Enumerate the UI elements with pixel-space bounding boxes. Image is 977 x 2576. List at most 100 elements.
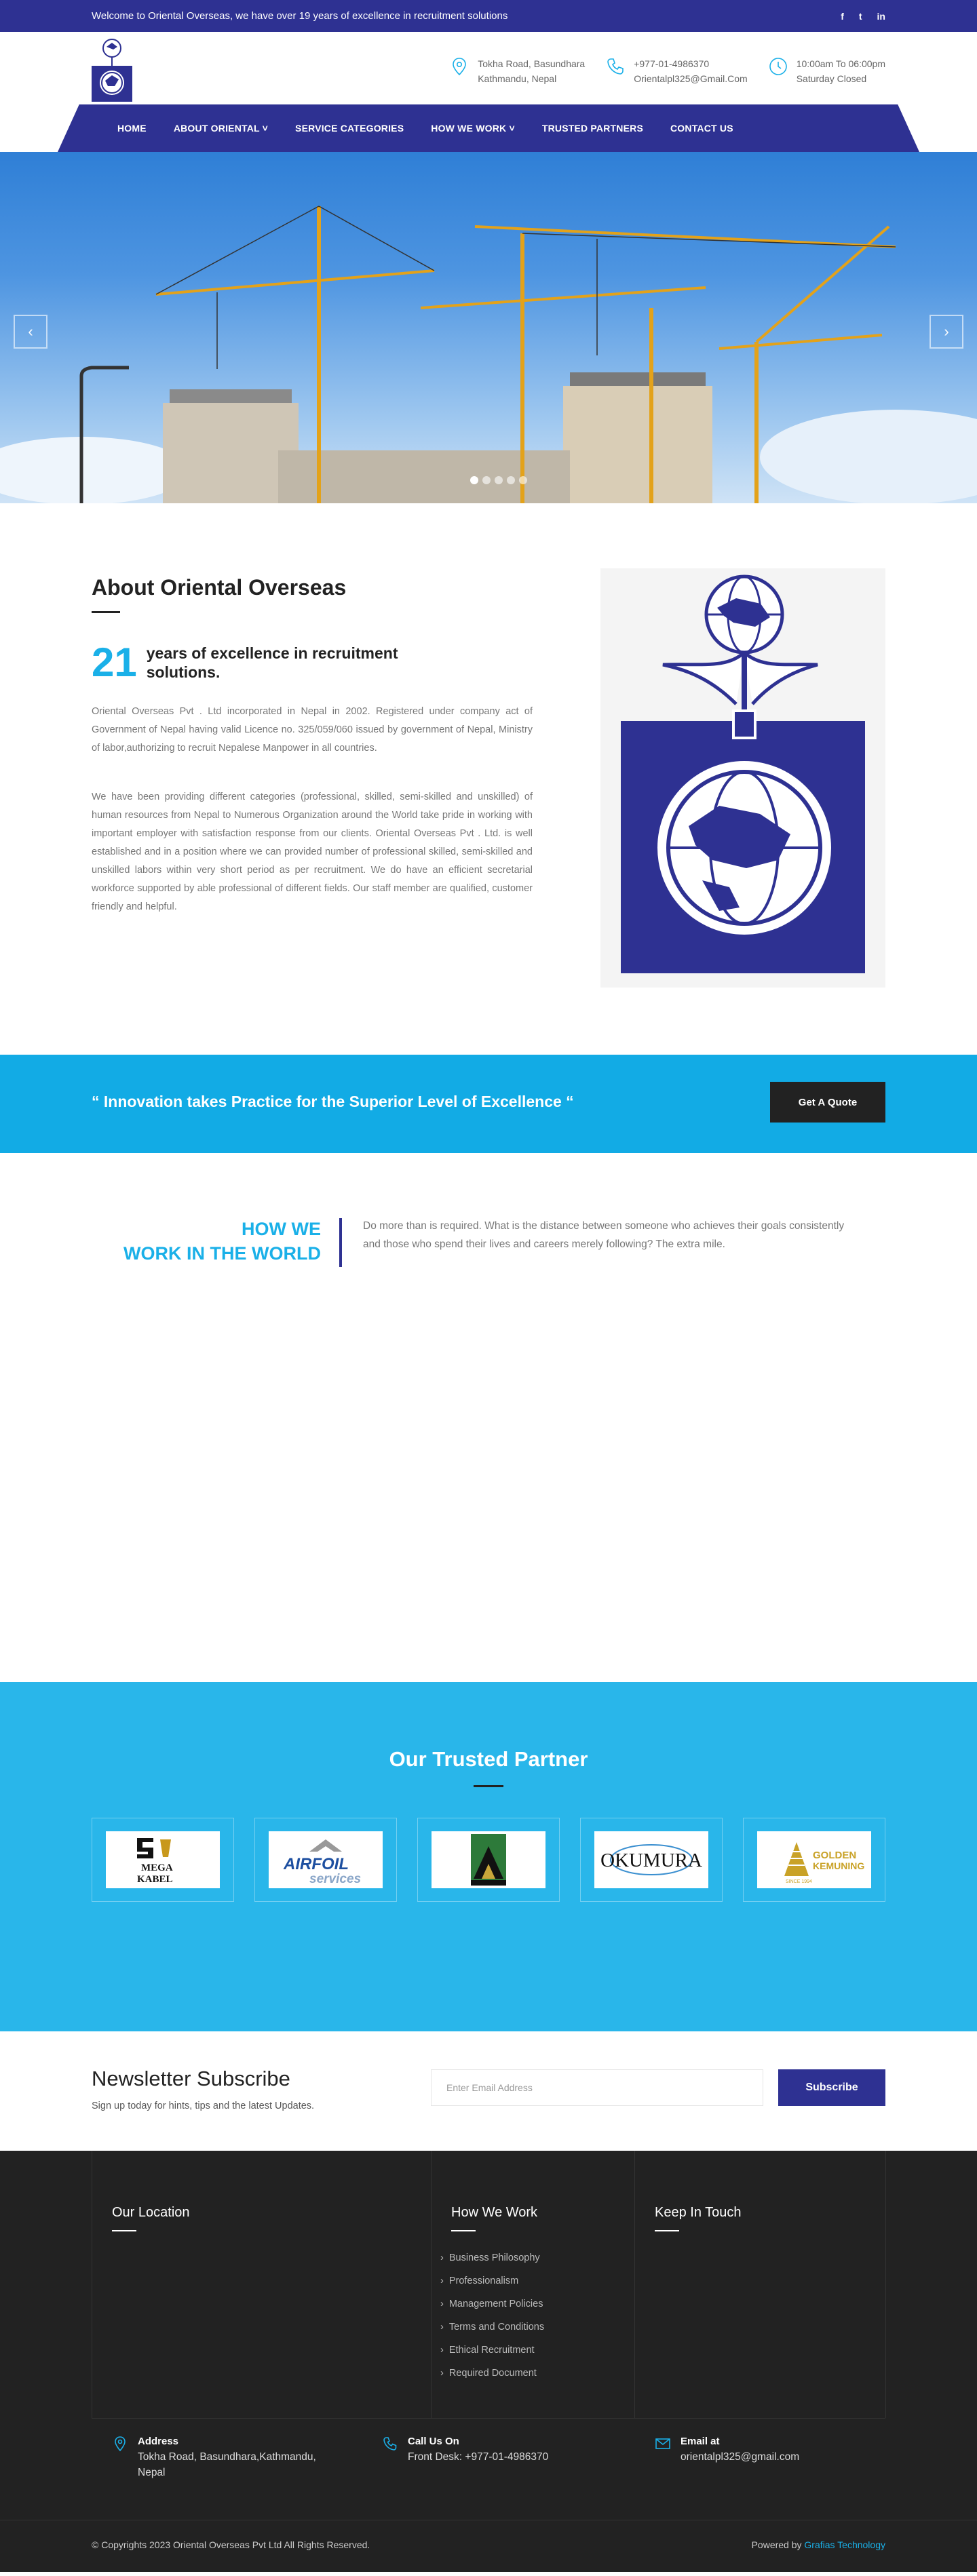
phone-icon <box>383 2437 397 2451</box>
partner-card[interactable]: GOLDEN KEMUNING SINCE 1994 <box>743 1818 885 1902</box>
about-title: About Oriental Overseas <box>92 575 347 600</box>
footer-bottom: © Copyrights 2023 Oriental Overseas Pvt … <box>0 2520 977 2572</box>
partner-name: KEMUNING <box>813 1860 864 1871</box>
slider-dot[interactable] <box>470 476 478 484</box>
how-title: HOW WE WORK IN THE WORLD <box>123 1217 321 1266</box>
slider-dot[interactable] <box>507 476 515 484</box>
partner-logos: MEGA KABEL AIRFOIL services OKUMURA GOLD… <box>92 1818 885 1902</box>
quote-text: “ Innovation takes Practice for the Supe… <box>92 1093 574 1110</box>
site-logo[interactable] <box>92 37 132 102</box>
hours-line-2: Saturday Closed <box>796 73 867 84</box>
powered-by: Powered by Grafias Technology <box>752 2539 885 2550</box>
subscribe-button[interactable]: Subscribe <box>778 2069 885 2106</box>
hero-image <box>0 206 977 503</box>
footer-heading: How We Work <box>451 2205 538 2220</box>
email-input[interactable]: Enter Email Address <box>431 2069 763 2106</box>
footer-heading: Keep In Touch <box>655 2205 742 2220</box>
nav-about[interactable]: ABOUT ORIENTAL ˅ <box>160 123 282 134</box>
partners-title: Our Trusted Partner <box>389 1747 588 1771</box>
years-text: years of excellence in recruitment solut… <box>146 644 398 681</box>
slider-dot[interactable] <box>519 476 527 484</box>
divider <box>634 2151 635 2418</box>
footer-address: Address Tokha Road, Basundhara,Kathmandu… <box>112 2436 316 2480</box>
how-title-line-1: HOW WE <box>242 1219 321 1239</box>
address-title: Address <box>138 2436 179 2447</box>
footer-call: Call Us On Front Desk: +977-01-4986370 <box>382 2436 548 2465</box>
footer-link[interactable]: Management Policies <box>440 2292 544 2316</box>
nav-about-label: ABOUT ORIENTAL <box>173 123 260 134</box>
partner-name: KABEL <box>137 1874 173 1885</box>
heading-divider <box>112 2230 136 2231</box>
slider-next-button[interactable]: › <box>930 315 963 349</box>
clock-icon <box>769 58 787 75</box>
header: Tokha Road, Basundhara Kathmandu, Nepal … <box>0 32 977 104</box>
header-phone[interactable]: +977-01-4986370 <box>634 56 748 71</box>
map-pin-icon <box>453 58 467 76</box>
footer-link[interactable]: Business Philosophy <box>440 2246 544 2269</box>
divider <box>885 2151 886 2418</box>
partner-name: GOLDEN <box>813 1850 856 1861</box>
address-line-1: Tokha Road, Basundhara,Kathmandu, <box>138 2451 316 2463</box>
footer-email: Email at orientalpl325@gmail.com <box>655 2436 799 2465</box>
slider-dots <box>470 476 527 484</box>
hours-block: 10:00am To 06:00pm Saturday Closed <box>768 56 885 86</box>
mega-kabel-logo: MEGA KABEL <box>106 1831 220 1888</box>
about-paragraph-1: Oriental Overseas Pvt . Ltd incorporated… <box>92 706 533 754</box>
chevron-down-icon: ˅ <box>509 123 515 134</box>
top-bar: Welcome to Oriental Overseas, we have ov… <box>0 0 977 32</box>
vertical-divider <box>339 1218 342 1267</box>
slider-prev-button[interactable]: ‹ <box>14 315 47 349</box>
copyright-text: © Copyrights 2023 Oriental Overseas Pvt … <box>92 2539 370 2550</box>
hours-line-1: 10:00am To 06:00pm <box>796 58 885 69</box>
footer-link[interactable]: Required Document <box>440 2362 544 2385</box>
partner-card[interactable]: AIRFOIL services <box>254 1818 397 1902</box>
nav-trusted-partners[interactable]: TRUSTED PARTNERS <box>529 123 657 134</box>
okumura-logo: OKUMURA <box>594 1831 708 1888</box>
phone-icon <box>607 58 624 75</box>
nav-how-label: HOW WE WORK <box>431 123 507 134</box>
quote-banner: “ Innovation takes Practice for the Supe… <box>0 1055 977 1153</box>
partner-card[interactable]: MEGA KABEL <box>92 1818 234 1902</box>
partner-name: OKUMURA <box>600 1850 702 1871</box>
phone-block: +977-01-4986370 Orientalpl325@Gmail.Com <box>605 56 748 86</box>
map-pin-icon <box>115 2436 126 2452</box>
partner-card[interactable] <box>417 1818 560 1902</box>
powered-by-link[interactable]: Grafias Technology <box>804 2539 885 2550</box>
get-quote-button[interactable]: Get A Quote <box>770 1082 885 1123</box>
about-image <box>600 568 885 988</box>
footer-link[interactable]: Professionalism <box>440 2269 544 2292</box>
slider-dot[interactable] <box>482 476 491 484</box>
footer-heading: Our Location <box>112 2205 190 2220</box>
golden-kemuning-logo: GOLDEN KEMUNING SINCE 1994 <box>757 1831 871 1888</box>
years-badge: 21 years of excellence in recruitment so… <box>92 642 411 683</box>
heading-divider <box>451 2230 476 2231</box>
main-nav: HOME ABOUT ORIENTAL ˅ SERVICE CATEGORIES… <box>0 104 977 152</box>
nav-how-we-work[interactable]: HOW WE WORK ˅ <box>417 123 529 134</box>
title-divider <box>474 1785 503 1787</box>
footer-link[interactable]: Ethical Recruitment <box>440 2339 544 2362</box>
linkedin-icon[interactable]: in <box>877 11 885 22</box>
partner-card[interactable]: OKUMURA <box>580 1818 723 1902</box>
nav-home[interactable]: HOME <box>104 123 160 134</box>
twitter-icon[interactable]: t <box>859 11 862 22</box>
title-divider <box>92 611 120 613</box>
social-links: f t in <box>841 11 885 22</box>
divider <box>431 2151 432 2418</box>
nav-service-categories[interactable]: SERVICE CATEGORIES <box>282 123 417 134</box>
partner-name: SINCE 1994 <box>786 1879 812 1884</box>
footer-touch-col: Keep In Touch <box>655 2205 742 2472</box>
header-email[interactable]: Orientalpl325@Gmail.Com <box>634 71 748 86</box>
partner-name: MEGA <box>141 1862 173 1873</box>
address-line-2: Kathmandu, Nepal <box>478 73 557 84</box>
facebook-icon[interactable]: f <box>841 11 844 22</box>
call-value[interactable]: Front Desk: +977-01-4986370 <box>408 2449 548 2465</box>
call-title: Call Us On <box>408 2436 459 2447</box>
email-title: Email at <box>681 2436 720 2447</box>
chevron-left-icon: ‹ <box>28 323 33 340</box>
footer-link[interactable]: Terms and Conditions <box>440 2316 544 2339</box>
nav-contact[interactable]: CONTACT US <box>657 123 747 134</box>
slider-dot[interactable] <box>495 476 503 484</box>
footer-location-col: Our Location <box>112 2205 190 2472</box>
email-value[interactable]: orientalpl325@gmail.com <box>681 2449 799 2465</box>
address-line-2: Nepal <box>138 2467 166 2478</box>
